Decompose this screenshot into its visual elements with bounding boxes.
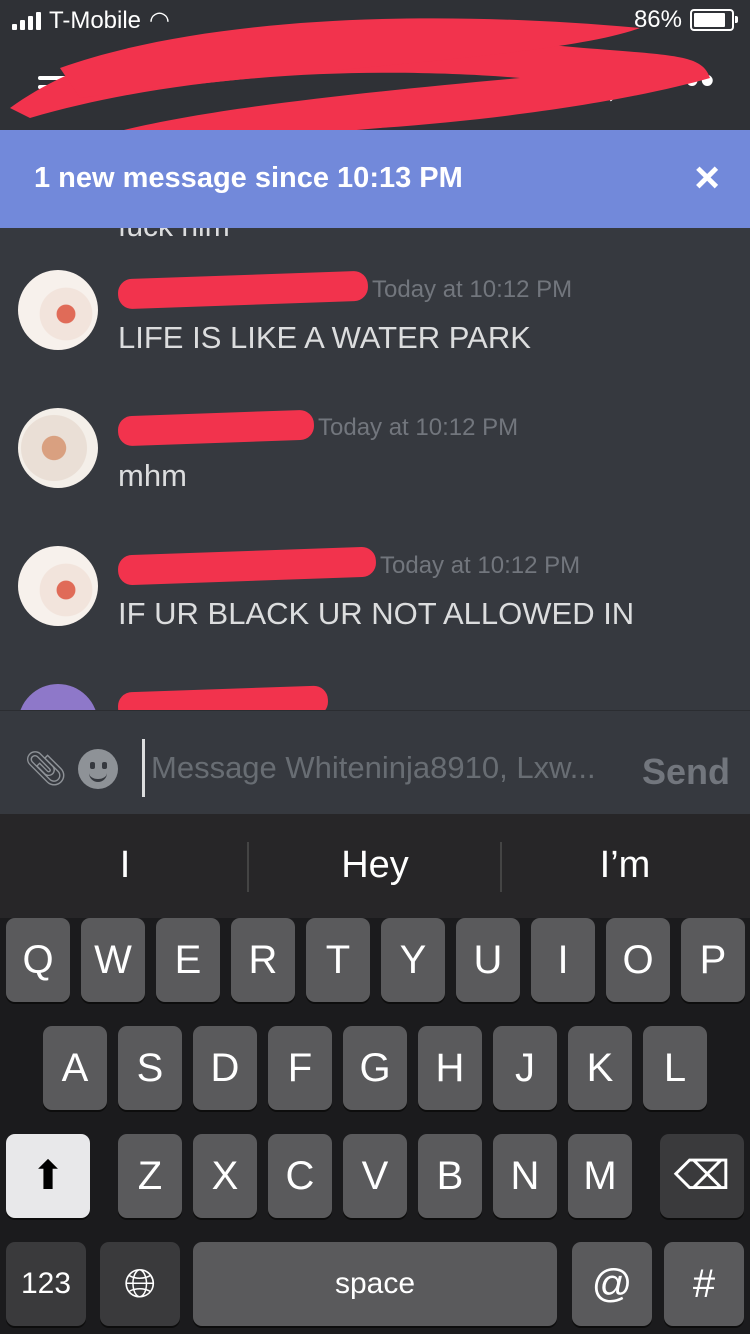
- message-timestamp: Today at 10:12 PM: [380, 552, 581, 579]
- suggestion-item[interactable]: I’m: [500, 844, 750, 887]
- avatar[interactable]: [18, 408, 98, 488]
- suggestion-item[interactable]: Hey: [250, 844, 500, 887]
- suggestion-divider: [247, 842, 249, 892]
- emoji-icon[interactable]: [78, 749, 118, 789]
- avatar[interactable]: [18, 546, 98, 626]
- key-p[interactable]: P: [681, 918, 745, 1002]
- key-r[interactable]: R: [231, 918, 295, 1002]
- key-t[interactable]: T: [306, 918, 370, 1002]
- delete-key[interactable]: ⌫: [660, 1134, 744, 1218]
- new-messages-banner[interactable]: 1 new message since 10:13 PM ×: [0, 130, 750, 228]
- key-z[interactable]: Z: [118, 1134, 182, 1218]
- key-e[interactable]: E: [156, 918, 220, 1002]
- new-messages-text: 1 new message since 10:13 PM: [34, 162, 463, 194]
- suggestion-item[interactable]: I: [0, 844, 250, 887]
- key-l[interactable]: L: [643, 1026, 707, 1110]
- key-u[interactable]: U: [456, 918, 520, 1002]
- space-key[interactable]: space: [193, 1242, 557, 1326]
- hash-key[interactable]: #: [664, 1242, 744, 1326]
- key-g[interactable]: G: [343, 1026, 407, 1110]
- key-s[interactable]: S: [118, 1026, 182, 1110]
- message-body: LIFE IS LIKE A WATER PARK: [118, 320, 531, 355]
- paperclip-icon[interactable]: 📎︎: [24, 749, 67, 789]
- message-input[interactable]: Message Whiteninja8910, Lxw...: [142, 739, 626, 797]
- message-list[interactable]: fuck him Today at 10:12 PM LIFE IS LIKE …: [0, 228, 750, 710]
- key-y[interactable]: Y: [381, 918, 445, 1002]
- key-d[interactable]: D: [193, 1026, 257, 1110]
- message-body: mhm: [118, 458, 187, 493]
- redacted-username: [117, 546, 377, 586]
- key-q[interactable]: Q: [6, 918, 70, 1002]
- avatar[interactable]: [18, 684, 98, 710]
- key-m[interactable]: M: [568, 1134, 632, 1218]
- globe-key[interactable]: 🌐︎: [100, 1242, 180, 1326]
- key-a[interactable]: A: [43, 1026, 107, 1110]
- key-i[interactable]: I: [531, 918, 595, 1002]
- shift-arrow-icon: ⬆︎: [31, 1154, 65, 1198]
- message-composer: 📎︎ Message Whiteninja8910, Lxw... Send: [0, 710, 750, 815]
- key-h[interactable]: H: [418, 1026, 482, 1110]
- key-v[interactable]: V: [343, 1134, 407, 1218]
- key-w[interactable]: W: [81, 918, 145, 1002]
- key-x[interactable]: X: [193, 1134, 257, 1218]
- message-body: IF UR BLACK UR NOT ALLOWED IN: [118, 596, 635, 631]
- redacted-username: [117, 685, 329, 710]
- backspace-icon: ⌫: [673, 1154, 731, 1198]
- at-key[interactable]: @: [572, 1242, 652, 1326]
- send-button[interactable]: Send: [642, 751, 730, 793]
- shift-key[interactable]: ⬆︎: [6, 1134, 90, 1218]
- partial-message-text: fuck him: [118, 228, 230, 244]
- key-c[interactable]: C: [268, 1134, 332, 1218]
- message-timestamp: Today at 10:12 PM: [318, 414, 519, 441]
- numbers-key[interactable]: 123: [6, 1242, 86, 1326]
- key-n[interactable]: N: [493, 1134, 557, 1218]
- key-f[interactable]: F: [268, 1026, 332, 1110]
- keyboard: I Hey I’m Q W E R T Y U I O P A S D F G …: [0, 814, 750, 1334]
- redacted-username: [117, 270, 369, 310]
- avatar[interactable]: [18, 270, 98, 350]
- key-b[interactable]: B: [418, 1134, 482, 1218]
- message-timestamp: Today at 10:12 PM: [372, 276, 573, 303]
- key-k[interactable]: K: [568, 1026, 632, 1110]
- key-j[interactable]: J: [493, 1026, 557, 1110]
- redacted-username: [117, 409, 315, 447]
- globe-icon: 🌐︎: [124, 1262, 156, 1306]
- suggestion-bar: I Hey I’m: [0, 814, 750, 918]
- key-o[interactable]: O: [606, 918, 670, 1002]
- close-icon[interactable]: ×: [694, 154, 720, 202]
